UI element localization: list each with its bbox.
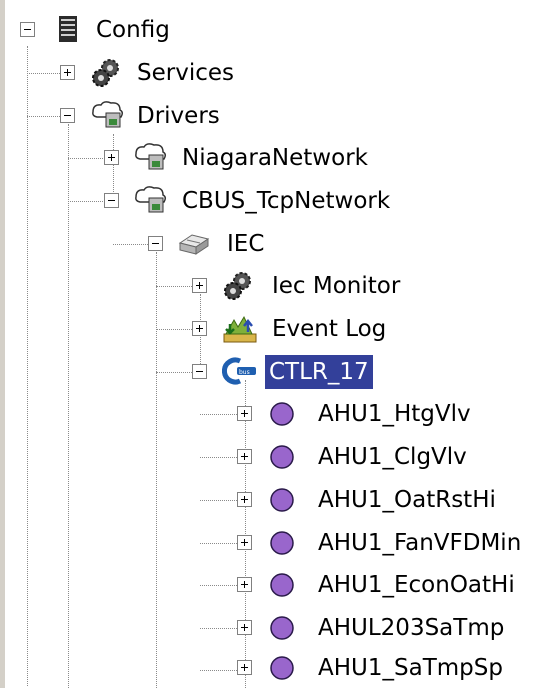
expand-toggle[interactable] <box>237 449 252 464</box>
tree-node-config[interactable]: Config <box>0 10 260 50</box>
expand-toggle[interactable] <box>192 278 207 293</box>
tree-node-point[interactable]: AHU1_ClgVlv <box>0 437 551 477</box>
expand-toggle[interactable] <box>237 620 252 635</box>
tree-node-point[interactable]: AHU1_EconOatHi <box>0 565 551 605</box>
tree-node-label: AHU1_HtgVlv <box>318 401 471 427</box>
collapse-toggle[interactable] <box>60 108 75 123</box>
tree-node-niagara-network[interactable]: NiagaraNetwork <box>0 138 420 178</box>
expand-toggle[interactable] <box>237 577 252 592</box>
tree-node-label: Config <box>96 17 170 43</box>
tree-node-label: CBUS_TcpNetwork <box>182 188 391 214</box>
collapse-toggle[interactable] <box>104 193 119 208</box>
expand-toggle[interactable] <box>237 406 252 421</box>
tree-node-label: IEC <box>227 231 265 257</box>
tree-node-drivers[interactable]: Drivers <box>0 96 300 136</box>
purple-point-icon <box>270 616 294 640</box>
tree-node-label: AHU1_EconOatHi <box>318 572 515 598</box>
svg-text:bus: bus <box>239 369 250 376</box>
purple-point-icon <box>270 573 294 597</box>
purple-point-icon <box>270 656 294 680</box>
tree-node-ctlr-17[interactable]: bus CTLR_17 <box>0 352 460 392</box>
device-icon <box>178 234 210 255</box>
tree-node-iec-monitor[interactable]: Iec Monitor <box>0 266 460 306</box>
gears-icon <box>224 272 251 300</box>
tree-node-label: Services <box>137 60 234 86</box>
config-tree: Config Services Drivers NiagaraNetwork C… <box>0 0 551 688</box>
network-folder-icon <box>135 143 167 170</box>
tree-node-event-log[interactable]: Event Log <box>0 309 460 349</box>
tree-node-label: AHU1_ClgVlv <box>318 444 467 470</box>
gears-icon <box>92 59 119 87</box>
tree-node-label: Drivers <box>137 103 220 129</box>
expand-toggle[interactable] <box>104 150 119 165</box>
tree-node-label: Iec Monitor <box>272 273 401 299</box>
cbus-controller-icon: bus <box>222 357 256 385</box>
tree-node-iec[interactable]: IEC <box>0 224 300 264</box>
tree-node-label: CTLR_17 <box>265 355 373 389</box>
collapse-toggle[interactable] <box>148 236 163 251</box>
tree-node-label: AHU1_SaTmpSp <box>318 655 503 681</box>
tree-node-point[interactable]: AHUL203SaTmp <box>0 608 551 648</box>
purple-point-icon <box>270 488 294 512</box>
tree-node-services[interactable]: Services <box>0 53 300 93</box>
purple-point-icon <box>270 445 294 469</box>
tree-node-label: AHUL203SaTmp <box>318 615 505 641</box>
purple-point-icon <box>270 531 294 555</box>
network-folder-icon <box>135 186 167 213</box>
tree-node-cbus-network[interactable]: CBUS_TcpNetwork <box>0 181 440 221</box>
tree-node-point[interactable]: AHU1_HtgVlv <box>0 394 551 434</box>
expand-toggle[interactable] <box>237 660 252 675</box>
tree-node-point[interactable]: AHU1_FanVFDMin <box>0 523 551 563</box>
event-log-icon <box>223 315 257 343</box>
purple-point-icon <box>270 402 294 426</box>
network-folder-icon <box>92 101 124 128</box>
expand-toggle[interactable] <box>237 535 252 550</box>
tree-node-label: Event Log <box>272 316 387 342</box>
tree-node-label: AHU1_FanVFDMin <box>318 530 522 556</box>
expand-toggle[interactable] <box>237 492 252 507</box>
expand-toggle[interactable] <box>60 65 75 80</box>
tree-node-point[interactable]: AHU1_SaTmpSp <box>0 648 551 688</box>
collapse-toggle[interactable] <box>192 364 207 379</box>
collapse-toggle[interactable] <box>20 22 35 37</box>
tree-node-label: NiagaraNetwork <box>182 145 368 171</box>
expand-toggle[interactable] <box>192 321 207 336</box>
config-server-icon <box>59 16 77 42</box>
tree-node-point[interactable]: AHU1_OatRstHi <box>0 480 551 520</box>
tree-node-label: AHU1_OatRstHi <box>318 487 496 513</box>
